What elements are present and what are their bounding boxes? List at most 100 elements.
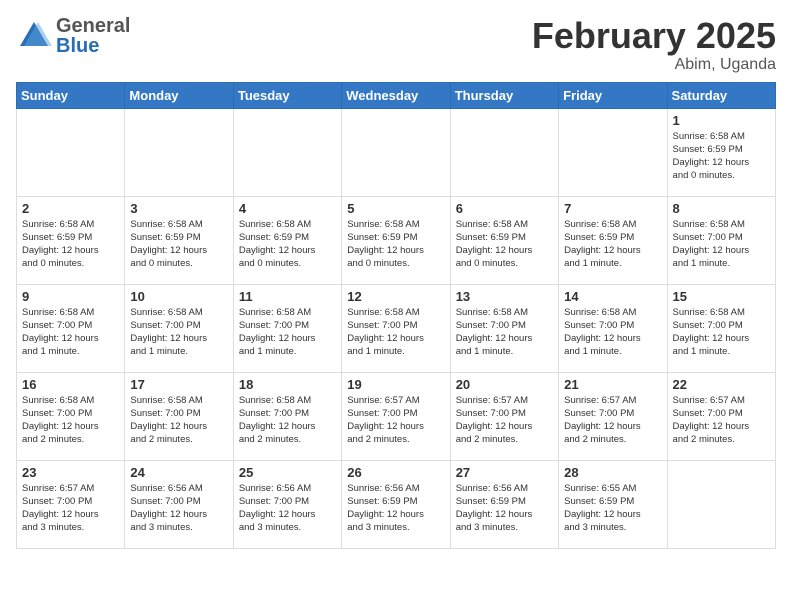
calendar-cell: 14 Sunrise: 6:58 AM Sunset: 7:00 PM Dayli… — [559, 284, 667, 372]
day-info: Sunrise: 6:58 AM Sunset: 7:00 PM Dayligh… — [673, 306, 770, 359]
day-info: Sunrise: 6:58 AM Sunset: 7:00 PM Dayligh… — [130, 394, 227, 447]
calendar-cell: 17 Sunrise: 6:58 AM Sunset: 7:00 PM Dayli… — [125, 372, 233, 460]
calendar-cell: 12 Sunrise: 6:58 AM Sunset: 7:00 PM Dayli… — [342, 284, 450, 372]
day-info: Sunrise: 6:57 AM Sunset: 7:00 PM Dayligh… — [347, 394, 444, 447]
day-number: 12 — [347, 289, 444, 304]
day-number: 13 — [456, 289, 553, 304]
logo-general: General — [56, 16, 130, 36]
calendar-cell: 13 Sunrise: 6:58 AM Sunset: 7:00 PM Dayli… — [450, 284, 558, 372]
day-info: Sunrise: 6:58 AM Sunset: 7:00 PM Dayligh… — [564, 306, 661, 359]
day-info: Sunrise: 6:58 AM Sunset: 7:00 PM Dayligh… — [456, 306, 553, 359]
calendar-cell — [233, 108, 341, 196]
logo-name: General Blue — [56, 16, 130, 56]
calendar-cell: 27 Sunrise: 6:56 AM Sunset: 6:59 PM Dayli… — [450, 460, 558, 548]
weekday-header-monday: Monday — [125, 82, 233, 108]
logo: General Blue — [16, 16, 130, 56]
week-row-5: 23 Sunrise: 6:57 AM Sunset: 7:00 PM Dayli… — [17, 460, 776, 548]
logo-icon — [16, 18, 52, 54]
weekday-header-tuesday: Tuesday — [233, 82, 341, 108]
calendar-cell: 18Sunrise: 6:58 AM Sunset: 7:00 PM Dayli… — [233, 372, 341, 460]
day-number: 22 — [673, 377, 770, 392]
day-number: 3 — [130, 201, 227, 216]
day-number: 27 — [456, 465, 553, 480]
calendar-cell: 9 Sunrise: 6:58 AM Sunset: 7:00 PM Daylig… — [17, 284, 125, 372]
day-number: 21 — [564, 377, 661, 392]
day-number: 16 — [22, 377, 119, 392]
title-block: February 2025 Abim, Uganda — [532, 16, 776, 74]
day-info: Sunrise: 6:56 AM Sunset: 6:59 PM Dayligh… — [456, 482, 553, 535]
calendar-cell: 15Sunrise: 6:58 AM Sunset: 7:00 PM Dayli… — [667, 284, 775, 372]
calendar-cell: 26 Sunrise: 6:56 AM Sunset: 6:59 PM Dayli… — [342, 460, 450, 548]
day-info: Sunrise: 6:57 AM Sunset: 7:00 PM Dayligh… — [22, 482, 119, 535]
day-info: Sunrise: 6:58 AM Sunset: 7:00 PM Dayligh… — [22, 306, 119, 359]
weekday-header-row: SundayMondayTuesdayWednesdayThursdayFrid… — [17, 82, 776, 108]
calendar-cell: 7Sunrise: 6:58 AM Sunset: 6:59 PM Daylig… — [559, 196, 667, 284]
calendar-cell: 1 Sunrise: 6:58 AM Sunset: 6:59 PM Daylig… — [667, 108, 775, 196]
day-number: 26 — [347, 465, 444, 480]
calendar-cell: 3 Sunrise: 6:58 AM Sunset: 6:59 PM Daylig… — [125, 196, 233, 284]
day-info: Sunrise: 6:58 AM Sunset: 7:00 PM Dayligh… — [673, 218, 770, 271]
day-info: Sunrise: 6:58 AM Sunset: 6:59 PM Dayligh… — [456, 218, 553, 271]
logo-blue: Blue — [56, 36, 130, 56]
calendar-cell: 23 Sunrise: 6:57 AM Sunset: 7:00 PM Dayli… — [17, 460, 125, 548]
day-info: Sunrise: 6:58 AM Sunset: 6:59 PM Dayligh… — [347, 218, 444, 271]
calendar-cell: 5 Sunrise: 6:58 AM Sunset: 6:59 PM Daylig… — [342, 196, 450, 284]
day-info: Sunrise: 6:58 AM Sunset: 7:00 PM Dayligh… — [130, 306, 227, 359]
calendar-cell: 10 Sunrise: 6:58 AM Sunset: 7:00 PM Dayli… — [125, 284, 233, 372]
calendar-cell: 11 Sunrise: 6:58 AM Sunset: 7:00 PM Dayli… — [233, 284, 341, 372]
day-number: 25 — [239, 465, 336, 480]
day-info: Sunrise: 6:57 AM Sunset: 7:00 PM Dayligh… — [673, 394, 770, 447]
calendar-cell — [450, 108, 558, 196]
day-number: 2 — [22, 201, 119, 216]
day-info: Sunrise: 6:58 AM Sunset: 7:00 PM Dayligh… — [239, 394, 336, 447]
weekday-header-saturday: Saturday — [667, 82, 775, 108]
day-info: Sunrise: 6:58 AM Sunset: 6:59 PM Dayligh… — [130, 218, 227, 271]
day-info: Sunrise: 6:58 AM Sunset: 7:00 PM Dayligh… — [239, 306, 336, 359]
day-number: 24 — [130, 465, 227, 480]
week-row-2: 2 Sunrise: 6:58 AM Sunset: 6:59 PM Daylig… — [17, 196, 776, 284]
month-title: February 2025 — [532, 16, 776, 56]
calendar-table: SundayMondayTuesdayWednesdayThursdayFrid… — [16, 82, 776, 549]
day-info: Sunrise: 6:57 AM Sunset: 7:00 PM Dayligh… — [456, 394, 553, 447]
calendar-cell: 28Sunrise: 6:55 AM Sunset: 6:59 PM Dayli… — [559, 460, 667, 548]
day-number: 20 — [456, 377, 553, 392]
day-number: 9 — [22, 289, 119, 304]
weekday-header-wednesday: Wednesday — [342, 82, 450, 108]
weekday-header-thursday: Thursday — [450, 82, 558, 108]
calendar-cell: 21 Sunrise: 6:57 AM Sunset: 7:00 PM Dayli… — [559, 372, 667, 460]
day-number: 23 — [22, 465, 119, 480]
day-info: Sunrise: 6:58 AM Sunset: 6:59 PM Dayligh… — [22, 218, 119, 271]
day-info: Sunrise: 6:55 AM Sunset: 6:59 PM Dayligh… — [564, 482, 661, 535]
calendar-cell: 4Sunrise: 6:58 AM Sunset: 6:59 PM Daylig… — [233, 196, 341, 284]
day-info: Sunrise: 6:56 AM Sunset: 6:59 PM Dayligh… — [347, 482, 444, 535]
day-number: 6 — [456, 201, 553, 216]
day-number: 10 — [130, 289, 227, 304]
day-number: 4 — [239, 201, 336, 216]
day-info: Sunrise: 6:56 AM Sunset: 7:00 PM Dayligh… — [239, 482, 336, 535]
calendar-cell: 2 Sunrise: 6:58 AM Sunset: 6:59 PM Daylig… — [17, 196, 125, 284]
day-info: Sunrise: 6:58 AM Sunset: 7:00 PM Dayligh… — [347, 306, 444, 359]
calendar-cell: 25 Sunrise: 6:56 AM Sunset: 7:00 PM Dayli… — [233, 460, 341, 548]
day-number: 8 — [673, 201, 770, 216]
day-number: 1 — [673, 113, 770, 128]
calendar-cell: 8 Sunrise: 6:58 AM Sunset: 7:00 PM Daylig… — [667, 196, 775, 284]
day-info: Sunrise: 6:58 AM Sunset: 7:00 PM Dayligh… — [22, 394, 119, 447]
week-row-3: 9 Sunrise: 6:58 AM Sunset: 7:00 PM Daylig… — [17, 284, 776, 372]
day-info: Sunrise: 6:56 AM Sunset: 7:00 PM Dayligh… — [130, 482, 227, 535]
calendar-cell — [342, 108, 450, 196]
day-number: 14 — [564, 289, 661, 304]
day-number: 5 — [347, 201, 444, 216]
calendar-cell — [667, 460, 775, 548]
calendar-cell: 19Sunrise: 6:57 AM Sunset: 7:00 PM Dayli… — [342, 372, 450, 460]
week-row-1: 1 Sunrise: 6:58 AM Sunset: 6:59 PM Daylig… — [17, 108, 776, 196]
day-info: Sunrise: 6:58 AM Sunset: 6:59 PM Dayligh… — [564, 218, 661, 271]
location: Abim, Uganda — [532, 56, 776, 74]
day-number: 17 — [130, 377, 227, 392]
day-info: Sunrise: 6:57 AM Sunset: 7:00 PM Dayligh… — [564, 394, 661, 447]
day-number: 11 — [239, 289, 336, 304]
day-info: Sunrise: 6:58 AM Sunset: 6:59 PM Dayligh… — [673, 130, 770, 183]
calendar-cell: 22 Sunrise: 6:57 AM Sunset: 7:00 PM Dayli… — [667, 372, 775, 460]
calendar-cell — [125, 108, 233, 196]
calendar-cell: 6 Sunrise: 6:58 AM Sunset: 6:59 PM Daylig… — [450, 196, 558, 284]
weekday-header-friday: Friday — [559, 82, 667, 108]
